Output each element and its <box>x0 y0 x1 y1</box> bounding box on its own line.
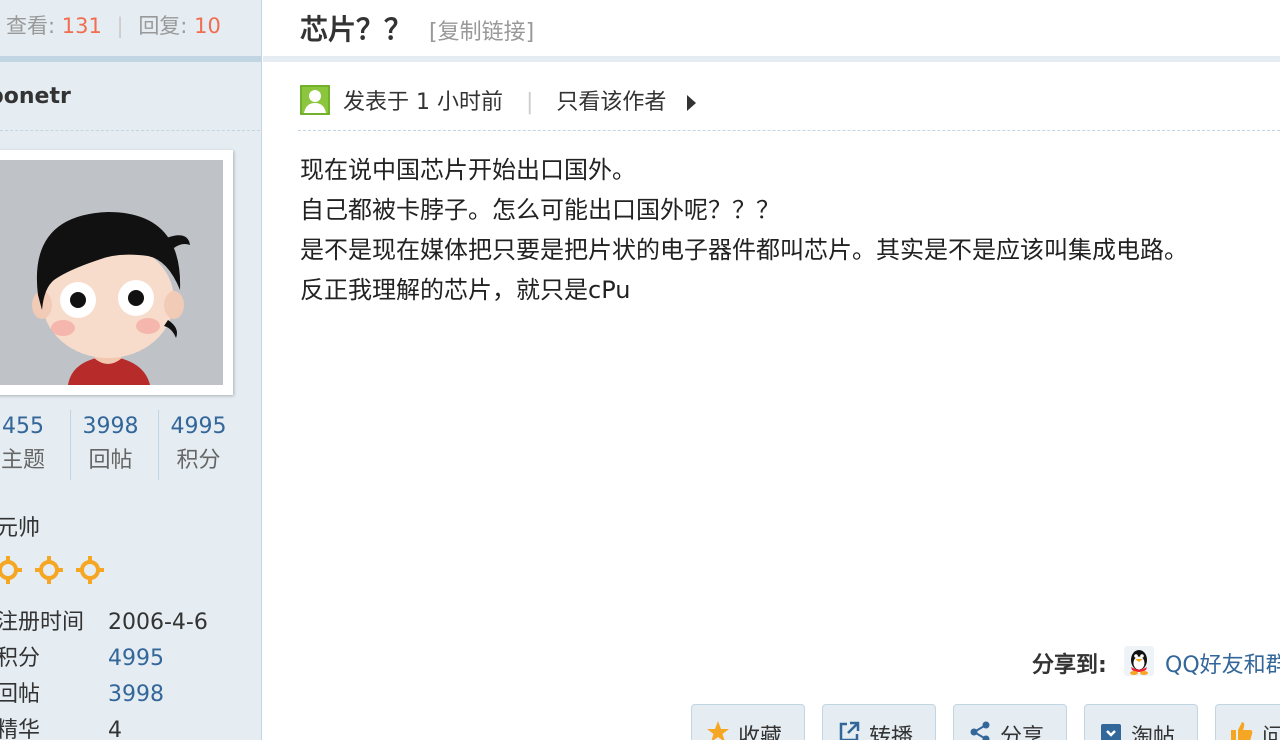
star-icon <box>0 556 22 588</box>
repost-button[interactable]: 转播 <box>822 704 936 740</box>
views-count: 131 <box>61 14 102 38</box>
sidebar-header-rule <box>0 56 262 62</box>
thread-stats: 查看: 131 | 回复: 10 <box>6 10 221 40</box>
stats-divider: | <box>116 14 124 38</box>
post-line: 自己都被卡脖子。怎么可能出口国外呢？？？ <box>300 196 780 224</box>
meta-divider-rule <box>298 130 1280 131</box>
archive-box-icon <box>1099 720 1123 740</box>
threads-count[interactable]: 455 主题 <box>0 410 63 480</box>
triangle-right-icon[interactable] <box>687 95 697 111</box>
info-register-date: 注册时间 2006-4-6 <box>0 604 208 636</box>
only-author-link[interactable]: 只看该作者 <box>556 90 666 115</box>
qq-penguin-icon[interactable] <box>1123 646 1154 680</box>
tao-label: 淘帖 <box>1131 725 1176 740</box>
post-line: 是不是现在媒体把只要是把片状的电子器件都叫芯片。其实是不是应该叫集成电路。 <box>300 236 1188 264</box>
author-username[interactable]: ponetr <box>0 84 71 109</box>
info-key: 回帖 <box>0 682 41 707</box>
share-qq-link[interactable]: QQ好友和群 <box>1165 653 1280 678</box>
star-icon <box>35 556 64 588</box>
author-sidebar: 查看: 131 | 回复: 10 ponetr <box>0 0 262 740</box>
share-label: 分享到: <box>1032 653 1107 678</box>
post-main: 芯片？？ [复制链接] 发表于 1 小时前 | 只看该作者 现在说中国芯片开始出… <box>263 0 1280 740</box>
favorite-label: 收藏 <box>738 725 783 740</box>
post-content: 现在说中国芯片开始出口国外。 自己都被卡脖子。怎么可能出口国外呢？？？ 是不是现… <box>300 150 1280 310</box>
star-icon <box>76 556 105 588</box>
info-posts: 回帖 3998 <box>0 676 164 708</box>
info-digest: 精华 4 <box>0 712 122 740</box>
user-rank: 元帅 <box>0 516 41 541</box>
replies-label: 回复: <box>138 14 188 38</box>
meta-divider: | <box>525 90 534 115</box>
credits-count[interactable]: 4995 积分 <box>158 410 238 480</box>
info-key: 注册时间 <box>0 610 85 635</box>
share-button-label: 分享 <box>1000 725 1045 740</box>
sidebar-divider <box>0 130 260 131</box>
copy-link-button[interactable]: [复制链接] <box>429 14 534 46</box>
title-rule <box>263 56 1280 62</box>
replies-count: 10 <box>194 14 221 38</box>
credits-count-value: 4995 <box>170 414 227 439</box>
external-link-icon <box>837 720 861 740</box>
info-value: 4 <box>108 718 122 740</box>
post-time: 发表于 1 小时前 <box>343 90 503 115</box>
share-button[interactable]: 分享 <box>953 704 1067 740</box>
info-credits: 积分 4995 <box>0 640 164 672</box>
favorite-button[interactable]: 收藏 <box>691 704 805 740</box>
info-key: 积分 <box>0 646 41 671</box>
views-label: 查看: <box>6 14 56 38</box>
posts-count-label: 回帖 <box>88 448 133 473</box>
post-line: 现在说中国芯片开始出口国外。 <box>300 156 636 184</box>
info-value: 2006-4-6 <box>108 610 208 635</box>
info-key: 精华 <box>0 718 41 740</box>
like-label: 问 <box>1262 725 1280 740</box>
share-icon <box>968 720 992 740</box>
tao-button[interactable]: 淘帖 <box>1084 704 1198 740</box>
post-meta: 发表于 1 小时前 | 只看该作者 <box>300 84 697 116</box>
posts-count[interactable]: 3998 回帖 <box>70 410 150 480</box>
online-user-icon <box>300 85 330 121</box>
info-value-link[interactable]: 3998 <box>108 682 164 707</box>
cartoon-avatar-image <box>0 160 223 385</box>
star-icon <box>706 720 730 740</box>
info-value-link[interactable]: 4995 <box>108 646 164 671</box>
author-counts: 455 主题 3998 回帖 4995 积分 <box>0 410 240 480</box>
rank-stars <box>0 556 112 586</box>
repost-label: 转播 <box>869 725 914 740</box>
threads-count-label: 主题 <box>0 448 45 473</box>
posts-count-value: 3998 <box>82 414 139 439</box>
like-button[interactable]: 问 <box>1215 704 1280 740</box>
post-line: 反正我理解的芯片，就只是cPu <box>300 276 631 304</box>
thumbs-up-icon <box>1230 720 1254 740</box>
share-to: 分享到: QQ好友和群 <box>1032 646 1280 680</box>
avatar[interactable] <box>0 150 233 395</box>
threads-count-value: 455 <box>2 414 44 439</box>
credits-count-label: 积分 <box>176 448 221 473</box>
thread-title: 芯片？？ <box>300 13 413 46</box>
